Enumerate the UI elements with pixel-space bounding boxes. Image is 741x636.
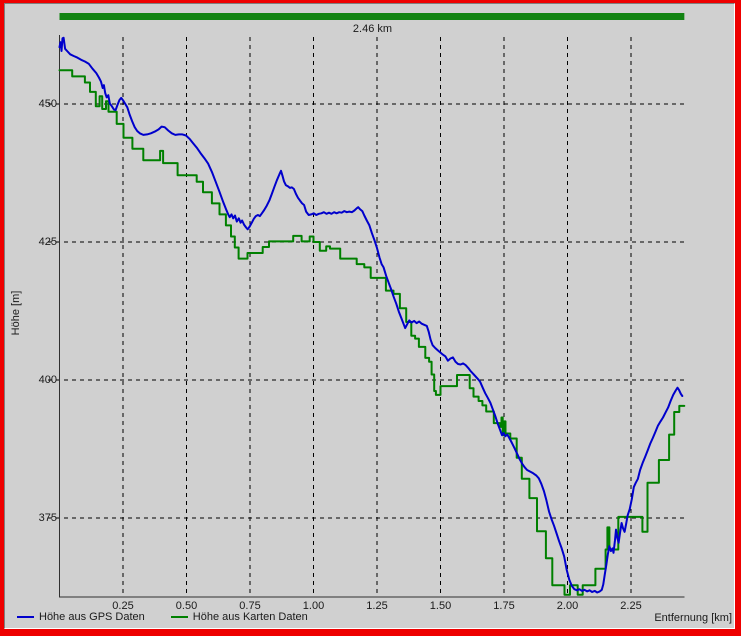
elevation-chart-svg (0, 0, 741, 636)
x-tick-label: 1.50 (430, 600, 451, 612)
karten-elevation-line (60, 70, 685, 594)
gps-elevation-line (60, 38, 683, 593)
y-tick-label: 375 (39, 512, 57, 524)
legend-label-gps: Höhe aus GPS Daten (39, 611, 145, 623)
legend-label-karten: Höhe aus Karten Daten (193, 611, 308, 623)
y-tick-label: 450 (39, 98, 57, 110)
x-tick-label: 2.25 (620, 600, 641, 612)
legend-item-karten: Höhe aus Karten Daten (171, 611, 308, 623)
elevation-chart: 2.46 km Höhe [m] Entfernung [km] 450 425 4… (0, 0, 741, 636)
chart-legend: Höhe aus GPS Daten Höhe aus Karten Daten (17, 611, 308, 623)
x-tick-label: 1.25 (366, 600, 387, 612)
axis-lines (60, 35, 685, 597)
x-tick-label: 1.75 (493, 600, 514, 612)
legend-item-gps: Höhe aus GPS Daten (17, 611, 145, 623)
y-tick-label: 425 (39, 236, 57, 248)
y-tick-label: 400 (39, 374, 57, 386)
application-window: { "window": { "border_color": "#ee0000",… (0, 0, 741, 636)
y-axis-title: Höhe [m] (10, 291, 22, 336)
total-distance-bar (60, 13, 685, 20)
gps-line-swatch (17, 616, 34, 618)
karten-line-swatch (171, 616, 188, 618)
x-axis-title: Entfernung [km] (654, 612, 732, 624)
x-tick-label: 2.00 (557, 600, 578, 612)
total-distance-label: 2.46 km (60, 23, 685, 35)
